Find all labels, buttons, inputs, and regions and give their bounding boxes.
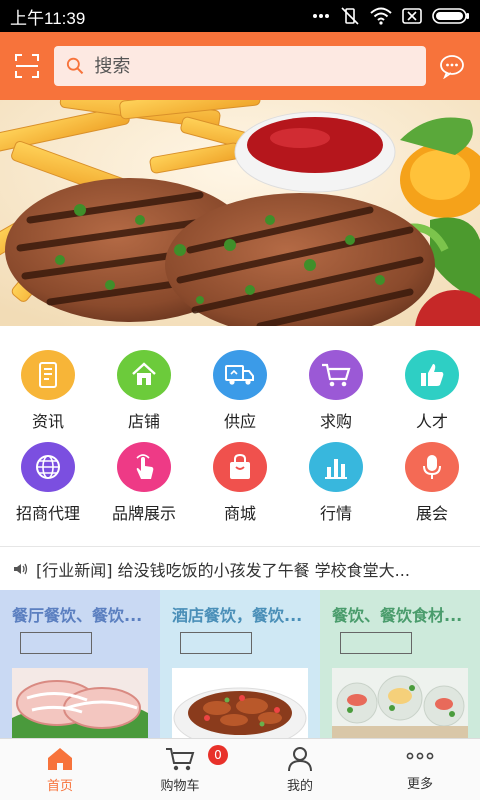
category-supply[interactable]: 供应 [192, 340, 288, 432]
promo-card[interactable]: 餐厅餐饮、餐饮... [0, 590, 160, 738]
status-time: 上午11:39 [10, 8, 86, 28]
category-label: 求购 [319, 412, 352, 431]
home-icon [132, 362, 156, 385]
delivery-truck-icon [225, 365, 254, 385]
news-headline: [行业新闻] 给没钱吃饭的小孩发了午餐 学校食堂大... [36, 561, 410, 580]
bottom-tab-bar: 首页 0 购物车 我的 更多 [0, 738, 480, 800]
vibrate-off-icon [341, 7, 359, 25]
promo-title: 酒店餐饮，餐饮... [172, 606, 303, 625]
tab-profile[interactable]: 我的 [240, 739, 360, 800]
tap-hand-icon [136, 454, 154, 479]
banner-image[interactable] [0, 100, 480, 326]
top-bar [0, 32, 480, 100]
tab-home[interactable]: 首页 [0, 739, 120, 800]
promo-card[interactable]: 餐饮、餐饮食材... [320, 590, 480, 738]
document-icon [39, 362, 57, 388]
cart-count-badge: 0 [208, 745, 228, 765]
category-circle [309, 350, 363, 400]
promo-image [332, 668, 468, 738]
shopping-bag-icon [230, 453, 250, 479]
cart-icon [166, 747, 195, 770]
category-circle [21, 442, 75, 492]
wifi-icon [370, 7, 392, 25]
category-label: 品牌展示 [111, 504, 176, 523]
bar-chart-icon [325, 459, 347, 479]
divider [0, 546, 480, 547]
category-mall[interactable]: 商城 [192, 432, 288, 524]
promo-image [172, 668, 308, 738]
category-circle [117, 442, 171, 492]
more-dots-icon [406, 752, 434, 759]
speaker-icon [14, 563, 28, 575]
category-grid: 资讯 店铺 供应 求购 人才 招商代理 品牌展示 商城 行情 展会 [0, 340, 480, 524]
microphone-icon [423, 455, 441, 479]
news-ticker[interactable]: [行业新闻] 给没钱吃饭的小孩发了午餐 学校食堂大... [0, 548, 480, 590]
tab-label: 我的 [286, 778, 313, 794]
scan-icon [15, 54, 39, 78]
search-input[interactable] [94, 55, 414, 77]
battery-icon [432, 8, 469, 24]
globe-icon [36, 455, 60, 479]
tab-cart[interactable]: 0 购物车 [120, 739, 240, 800]
search-icon [66, 57, 84, 75]
category-label: 店铺 [127, 412, 160, 431]
thumbs-up-icon [421, 364, 444, 386]
category-exhibition[interactable]: 展会 [384, 432, 480, 524]
category-circle [21, 350, 75, 400]
category-circle [309, 442, 363, 492]
category-label: 供应 [223, 412, 256, 431]
category-label: 资讯 [31, 412, 64, 431]
category-market[interactable]: 行情 [288, 432, 384, 524]
category-circle [213, 442, 267, 492]
grilled-patties-illustration [0, 100, 480, 326]
category-circle [117, 350, 171, 400]
category-circle [405, 350, 459, 400]
shopping-cart-icon [322, 363, 351, 387]
signal-dots-icon [313, 14, 329, 18]
status-icons [312, 6, 470, 26]
category-brand[interactable]: 品牌展示 [96, 432, 192, 524]
category-circle [213, 350, 267, 400]
category-label: 商城 [223, 504, 256, 523]
message-button[interactable] [436, 50, 468, 82]
tab-label: 更多 [406, 776, 433, 792]
promo-title: 餐厅餐饮、餐饮... [12, 606, 143, 625]
tab-more[interactable]: 更多 [360, 739, 480, 800]
sim-icon [402, 8, 422, 24]
category-shop[interactable]: 店铺 [96, 340, 192, 432]
home-icon [48, 747, 72, 770]
category-circle [405, 442, 459, 492]
category-franchise[interactable]: 招商代理 [0, 432, 96, 524]
category-purchase[interactable]: 求购 [288, 340, 384, 432]
category-news[interactable]: 资讯 [0, 340, 96, 432]
category-label: 展会 [415, 504, 448, 523]
search-box[interactable] [54, 46, 426, 86]
tab-label: 购物车 [160, 778, 200, 794]
sliced-meat-illustration [12, 668, 148, 738]
stir-fry-dish-illustration [172, 668, 308, 738]
category-label: 行情 [319, 504, 352, 523]
category-label: 招商代理 [15, 504, 80, 523]
category-label: 人才 [415, 412, 448, 431]
status-bar: 上午11:39 [0, 0, 480, 32]
promo-card[interactable]: 酒店餐饮，餐饮... [160, 590, 320, 738]
promo-image [12, 668, 148, 738]
user-icon [288, 746, 312, 771]
promo-button-outline[interactable] [180, 632, 252, 654]
promo-title: 餐饮、餐饮食材... [332, 606, 463, 625]
promo-button-outline[interactable] [20, 632, 92, 654]
seafood-platter-illustration [332, 668, 468, 738]
tab-label: 首页 [46, 778, 73, 794]
category-talent[interactable]: 人才 [384, 340, 480, 432]
promo-row: 餐厅餐饮、餐饮... 酒店餐饮，餐饮... 餐饮、餐饮食材... [0, 590, 480, 738]
chat-bubble-icon [440, 55, 464, 79]
scan-button[interactable] [12, 51, 42, 81]
promo-button-outline[interactable] [340, 632, 412, 654]
